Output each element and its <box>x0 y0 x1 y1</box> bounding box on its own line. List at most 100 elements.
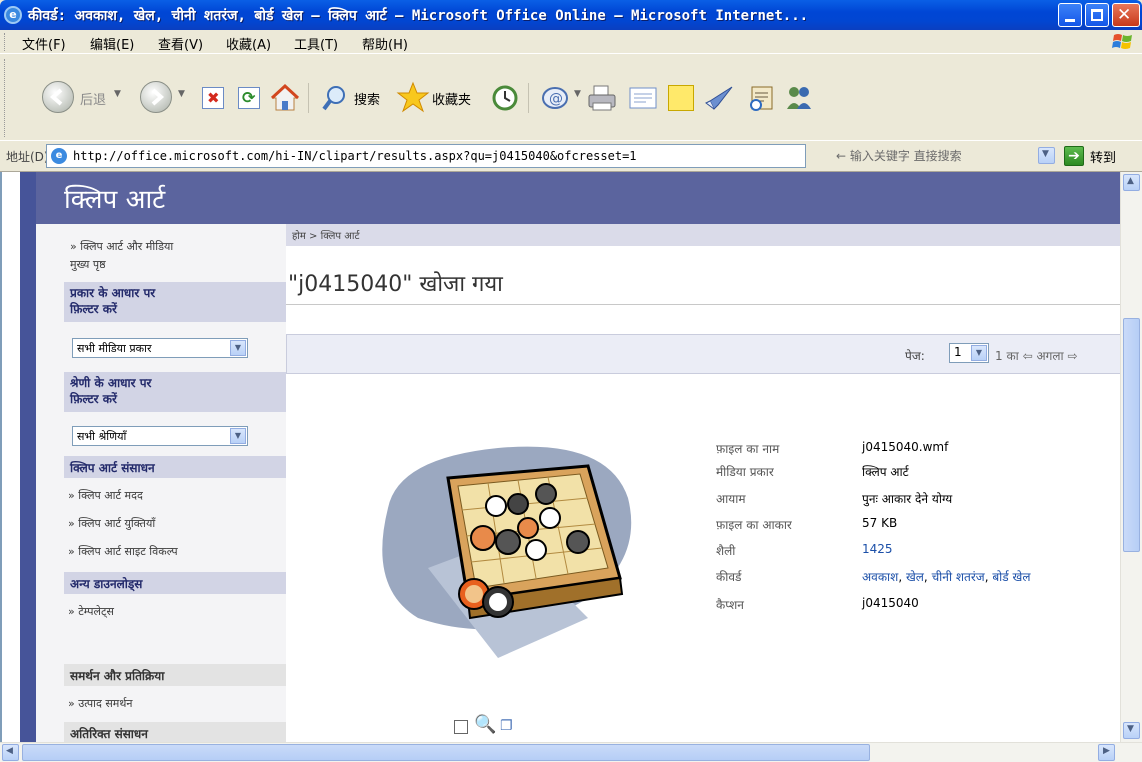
standard-toolbar: 后退 ▼ ▼ ✖ ⟳ 搜索 收藏夹 @ ▼ <box>0 55 1142 145</box>
sidebar-link-support[interactable]: » उत्पाद समर्थन <box>68 696 132 711</box>
horizontal-scrollbar[interactable]: ◀ ▶ <box>0 742 1142 762</box>
favorites-label[interactable]: 收藏夹 <box>432 89 471 108</box>
address-search-hint[interactable]: ← 输入关键字 直接搜索 <box>836 147 962 164</box>
label-style: शैली <box>716 544 736 558</box>
sidebar: » क्लिप आर्ट और मीडिया मुख्य पृष्ठ प्रका… <box>36 224 286 742</box>
go-label[interactable]: 转到 <box>1090 147 1116 166</box>
horizontal-scroll-thumb[interactable] <box>22 744 870 761</box>
label-file-size: फ़ाइल का आकार <box>716 518 792 532</box>
page-number-select[interactable]: 1 ▼ <box>949 343 989 363</box>
page-number-value: 1 <box>954 345 962 359</box>
menu-view[interactable]: 查看(V) <box>158 34 203 53</box>
title-bar: e कीवर्ड: अवकाश, खेल, चीनी शतरंज, बोर्ड … <box>0 0 1142 30</box>
filter-category-heading: श्रेणी के आधार पर फ़िल्टर करें <box>64 372 286 412</box>
address-label: 地址(D) <box>6 150 49 164</box>
chess-clipart-image[interactable] <box>358 418 648 686</box>
forward-dropdown-icon[interactable]: ▼ <box>178 89 185 99</box>
messenger-people-icon[interactable] <box>784 83 816 113</box>
stop-icon[interactable]: ✖ <box>202 87 224 109</box>
ie-logo-icon: e <box>4 6 22 24</box>
vertical-scroll-thumb[interactable] <box>1123 318 1140 552</box>
minimize-button[interactable] <box>1058 3 1082 27</box>
scroll-down-icon[interactable]: ▼ <box>1123 722 1140 739</box>
back-label[interactable]: 后退 <box>80 89 106 108</box>
value-media-type: क्लिप आर्ट <box>862 465 909 479</box>
pager-suffix[interactable]: 1 का ⇦ अगला ⇨ <box>995 347 1078 364</box>
refresh-icon[interactable]: ⟳ <box>238 87 260 109</box>
search-icon[interactable] <box>320 83 350 113</box>
sidebar-link-templates[interactable]: » टेम्पलेट्स <box>68 604 114 619</box>
scroll-left-icon[interactable]: ◀ <box>2 744 19 761</box>
menu-bar: 文件(F) 编辑(E) 查看(V) 收藏(A) 工具(T) 帮助(H) <box>0 30 1142 54</box>
support-heading: समर्थन और प्रतिक्रिया <box>64 664 286 686</box>
label-file-name: फ़ाइल का नाम <box>716 442 780 456</box>
vertical-scrollbar[interactable]: ▲ ▼ <box>1120 172 1142 742</box>
category-select[interactable]: सभी श्रेणियाँ ▼ <box>72 426 248 446</box>
address-bar: 地址(D) e http://office.microsoft.com/hi-I… <box>0 140 1142 172</box>
chevron-down-icon[interactable]: ▼ <box>230 428 246 444</box>
sidebar-home-link[interactable]: » क्लिप आर्ट और मीडिया मुख्य पृष्ठ <box>70 238 173 274</box>
extra-resources-heading: अतिरिक्त संसाधन <box>64 722 286 742</box>
chevron-down-icon[interactable]: ▼ <box>230 340 246 356</box>
menu-file[interactable]: 文件(F) <box>22 34 66 53</box>
sidebar-link-help[interactable]: » क्लिप आर्ट मदद <box>68 488 143 503</box>
media-type-select[interactable]: सभी मीडिया प्रकार ▼ <box>72 338 248 358</box>
address-input[interactable]: e http://office.microsoft.com/hi-IN/clip… <box>46 144 806 168</box>
keyword-link[interactable]: अवकाश <box>862 570 898 584</box>
page-viewport: क्लिप आर्ट » क्लिप आर्ट और मीडिया मुख्य … <box>0 172 1120 742</box>
favorites-star-icon[interactable] <box>396 81 430 113</box>
mail-dropdown-icon[interactable]: ▼ <box>574 89 581 99</box>
scroll-right-icon[interactable]: ▶ <box>1098 744 1115 761</box>
go-arrow-icon[interactable]: ➔ <box>1064 146 1084 166</box>
home-icon[interactable] <box>270 83 300 113</box>
close-button[interactable]: ✕ <box>1112 3 1140 27</box>
keyword-link[interactable]: चीनी शतरंज <box>932 570 985 584</box>
page-ie-icon: e <box>51 148 67 164</box>
pager-bar: पेज: 1 ▼ 1 का ⇦ अगला ⇨ <box>286 334 1120 374</box>
menu-help[interactable]: 帮助(H) <box>362 34 408 53</box>
value-style-link[interactable]: 1425 <box>862 542 893 556</box>
value-file-size: 57 KB <box>862 516 898 530</box>
preview-magnifier-icon[interactable]: 🔍 <box>474 714 496 735</box>
label-keywords: कीवर्ड <box>716 570 742 584</box>
left-accent-bar <box>20 172 36 742</box>
category-select-value: सभी श्रेणियाँ <box>77 430 127 443</box>
menu-favorites[interactable]: 收藏(A) <box>226 34 271 53</box>
sidebar-link-options[interactable]: » क्लिप आर्ट साइट विकल्प <box>68 544 178 559</box>
copy-icon[interactable]: ❐ <box>500 718 513 734</box>
edit-icon[interactable] <box>628 85 658 111</box>
site-header: क्लिप आर्ट <box>36 172 1120 224</box>
value-caption: j0415040 <box>862 596 919 610</box>
label-media-type: मीडिया प्रकार <box>716 465 774 479</box>
menu-edit[interactable]: 编辑(E) <box>90 34 134 53</box>
print-icon[interactable] <box>586 83 618 113</box>
scroll-up-icon[interactable]: ▲ <box>1123 174 1140 191</box>
research-icon[interactable] <box>746 83 776 113</box>
discuss-icon[interactable] <box>668 85 694 111</box>
back-dropdown-icon[interactable]: ▼ <box>114 89 121 99</box>
title-divider <box>286 304 1120 305</box>
search-label[interactable]: 搜索 <box>354 89 380 108</box>
forward-icon[interactable] <box>140 81 172 113</box>
address-dropdown-icon[interactable]: ▼ <box>1038 147 1055 164</box>
keyword-link[interactable]: खेल <box>906 570 924 584</box>
mail-icon[interactable]: @ <box>540 83 574 113</box>
address-url[interactable]: http://office.microsoft.com/hi-IN/clipar… <box>73 149 637 163</box>
messenger-icon[interactable] <box>704 83 736 113</box>
resources-heading: क्लिप आर्ट संसाधन <box>64 456 286 478</box>
breadcrumb[interactable]: होम > क्लिप आर्ट <box>292 228 360 242</box>
windows-flag-icon <box>1112 34 1132 49</box>
chevron-down-icon[interactable]: ▼ <box>971 345 987 361</box>
maximize-button[interactable] <box>1085 3 1109 27</box>
sidebar-link-tips[interactable]: » क्लिप आर्ट युक्तियाँ <box>68 516 155 531</box>
back-icon[interactable] <box>42 81 74 113</box>
history-icon[interactable] <box>490 83 520 113</box>
keyword-link[interactable]: बोर्ड खेल <box>992 570 1030 584</box>
label-caption: कैप्शन <box>716 598 744 612</box>
site-header-title: क्लिप आर्ट <box>64 185 166 215</box>
svg-text:@: @ <box>549 91 563 107</box>
menu-grip <box>4 33 7 51</box>
select-checkbox[interactable] <box>454 720 468 734</box>
value-file-name: j0415040.wmf <box>862 440 949 454</box>
menu-tools[interactable]: 工具(T) <box>294 34 338 53</box>
